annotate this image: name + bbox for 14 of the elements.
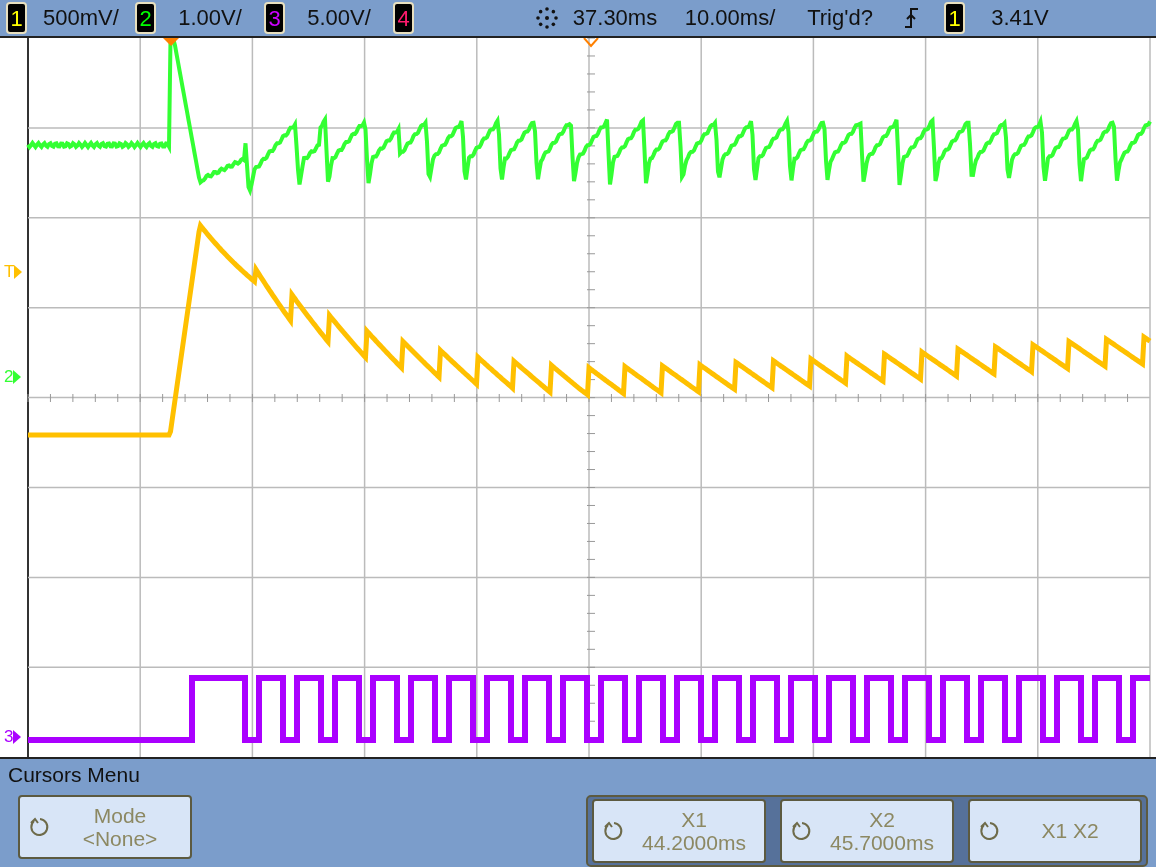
channel-scale: 1.00V/ — [177, 5, 243, 31]
cursor-softkey[interactable]: X1 X2 — [968, 799, 1142, 863]
delay-icon — [534, 5, 560, 31]
cursor-softkey[interactable]: X1 44.2000ms — [592, 799, 766, 863]
channel-scale: 5.00V/ — [306, 5, 372, 31]
mode-softkey[interactable]: Mode <None> — [18, 795, 192, 859]
trigger-level: 3.41V — [990, 5, 1050, 31]
menu-title: Cursors Menu — [8, 763, 140, 788]
cursor-softkey[interactable]: X2 45.7000ms — [780, 799, 954, 863]
delay-marker-icon — [583, 38, 599, 48]
timebase-value: 10.00ms/ — [683, 5, 777, 31]
channel-scale: 500mV/ — [42, 5, 120, 31]
delay-value: 37.30ms — [571, 5, 659, 31]
trigger-status: Trig'd? — [806, 5, 874, 31]
